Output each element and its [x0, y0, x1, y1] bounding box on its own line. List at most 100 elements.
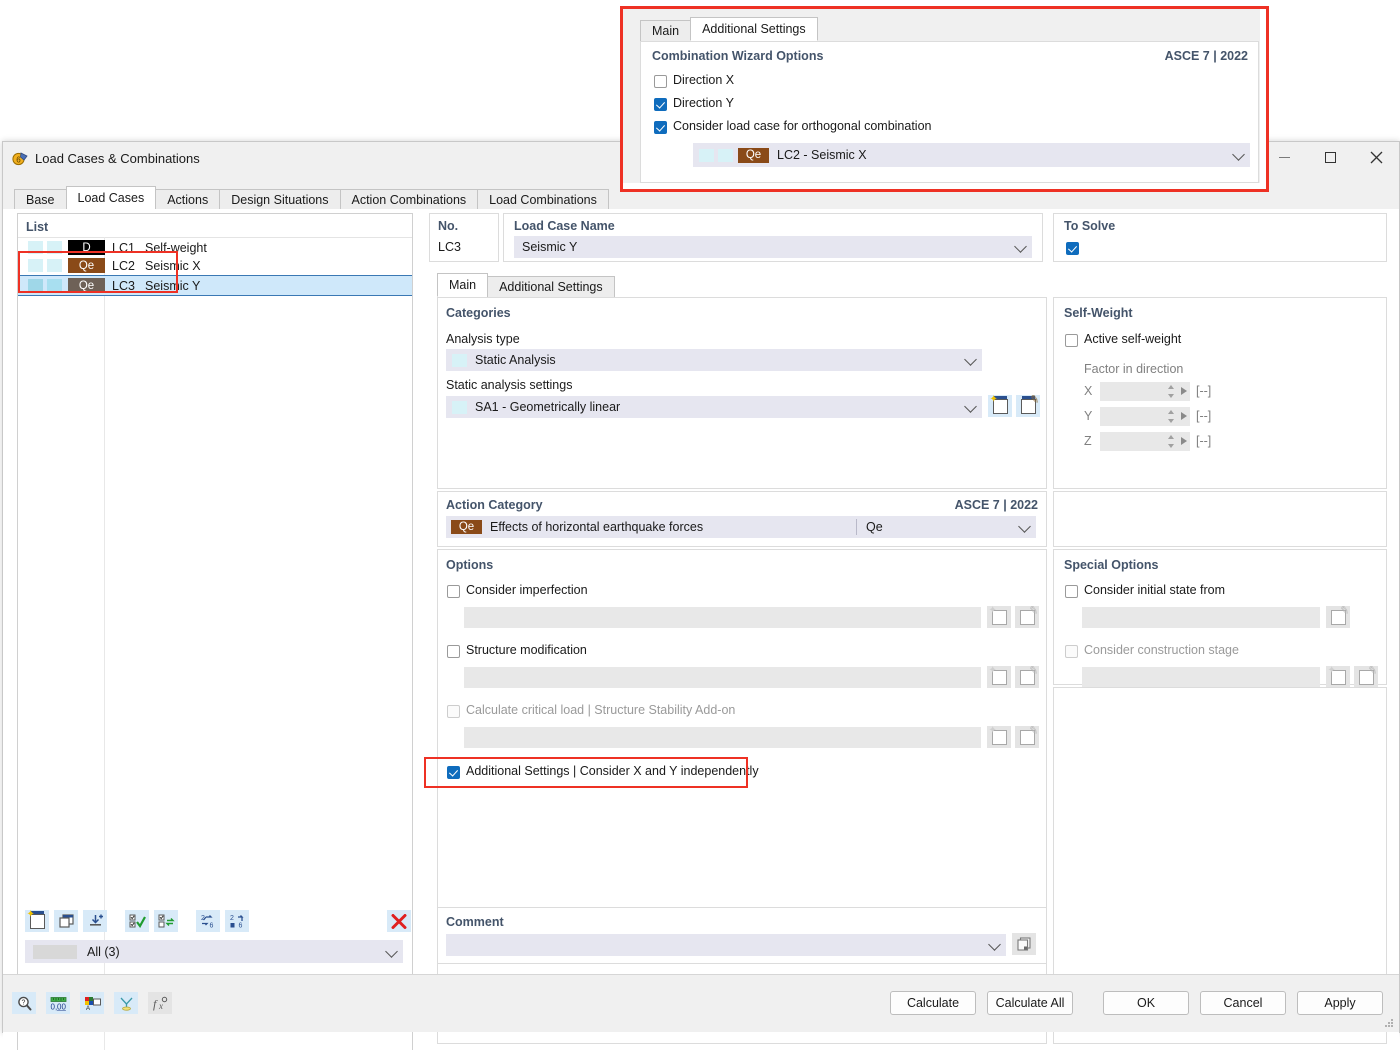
combination-wizard-options-title: Combination Wizard Options	[652, 49, 824, 63]
units-icon[interactable]: 0, 00	[46, 992, 70, 1014]
consider-initial-state-checkbox[interactable]	[1065, 585, 1078, 598]
row-badge: Qe	[68, 278, 105, 293]
new-imperfection-icon[interactable]: ✦	[987, 605, 1011, 628]
callout-standard: ASCE 7 | 2022	[1164, 49, 1248, 63]
tab-detail-main[interactable]: Main	[437, 273, 489, 297]
edit-imperfection-icon[interactable]: ✎	[1015, 604, 1039, 628]
tab-base[interactable]: Base	[14, 189, 67, 210]
svg-text:x: x	[158, 1001, 163, 1011]
renumber-sequential-icon[interactable]: 2 6	[225, 910, 249, 932]
new-structure-modification-icon[interactable]: ✦	[987, 665, 1011, 688]
new-construction-stage-icon[interactable]: ✦	[1326, 665, 1350, 688]
copy-comment-icon[interactable]	[1012, 933, 1036, 955]
tab-load-cases[interactable]: Load Cases	[65, 186, 157, 210]
new-load-case-icon[interactable]: ✦	[25, 909, 49, 932]
edit-construction-stage-icon[interactable]: ✎	[1354, 664, 1378, 688]
spinner-down-icon[interactable]	[1168, 419, 1174, 423]
active-self-weight-checkbox[interactable]	[1065, 334, 1078, 347]
structure-modification-checkbox[interactable]	[447, 645, 460, 658]
table-row[interactable]: Qe LC2 Seismic X	[18, 257, 412, 274]
callout-tab-additional-settings[interactable]: Additional Settings	[690, 17, 818, 41]
maximize-button[interactable]	[1307, 142, 1353, 173]
static-analysis-settings-combo[interactable]: SA1 - Geometrically linear	[446, 396, 982, 418]
renumber-icon[interactable]: 2 6	[196, 910, 220, 932]
calculate-critical-load-checkbox[interactable]	[447, 705, 460, 718]
calculate-all-button[interactable]: Calculate All	[987, 991, 1073, 1015]
consider-imperfection-checkbox[interactable]	[447, 585, 460, 598]
import-load-case-icon[interactable]	[83, 910, 107, 932]
edit-structure-modification-icon[interactable]: ✎	[1015, 664, 1039, 688]
consider-orthogonal-checkbox[interactable]	[654, 121, 667, 134]
spinner-up-icon[interactable]	[1168, 410, 1174, 414]
invert-selection-icon[interactable]	[154, 910, 178, 932]
new-static-analysis-settings-icon[interactable]: ✦	[988, 394, 1012, 417]
resize-grip[interactable]	[1383, 1017, 1395, 1029]
load-case-name-input[interactable]: Seismic Y	[514, 236, 1032, 258]
options-title: Options	[446, 558, 494, 572]
consider-initial-state-field[interactable]	[1082, 607, 1320, 628]
factor-z-input[interactable]	[1100, 432, 1190, 451]
table-row-selected[interactable]: Qe LC3 Seismic Y	[18, 275, 412, 296]
to-solve-label: To Solve	[1064, 219, 1116, 233]
consider-imperfection-field[interactable]	[464, 607, 981, 628]
edit-static-analysis-settings-icon[interactable]: ✎	[1016, 393, 1040, 417]
row-color-swatch-2	[47, 241, 62, 254]
copy-load-case-icon[interactable]	[54, 910, 78, 932]
svg-text:6: 6	[238, 922, 242, 929]
factor-y-input[interactable]	[1100, 407, 1190, 426]
special-options-group: Special Options Consider initial state f…	[1053, 549, 1387, 688]
spinner-play-icon[interactable]	[1181, 437, 1187, 445]
tab-actions[interactable]: Actions	[155, 189, 221, 210]
consider-construction-stage-label: Consider construction stage	[1084, 643, 1239, 657]
structure-modification-field[interactable]	[464, 667, 981, 688]
delete-icon[interactable]	[387, 910, 411, 932]
tab-design-situations[interactable]: Design Situations	[219, 189, 341, 210]
analysis-type-combo[interactable]: Static Analysis	[446, 349, 982, 371]
dialog-buttons: Calculate Calculate All OK Cancel Apply	[890, 991, 1383, 1015]
list-toolbar: ✦ 2 6 2 6	[25, 909, 411, 932]
callout-tab-main[interactable]: Main	[640, 20, 692, 41]
search-icon[interactable]: ?	[12, 992, 36, 1014]
formula-icon[interactable]: f x	[148, 992, 172, 1014]
tab-detail-additional-settings[interactable]: Additional Settings	[487, 276, 615, 297]
consider-construction-stage-checkbox[interactable]	[1065, 645, 1078, 658]
select-all-icon[interactable]	[125, 910, 149, 932]
spinner-down-icon[interactable]	[1168, 394, 1174, 398]
detail-tab-strip: Main Additional Settings	[437, 273, 615, 297]
edit-critical-load-icon[interactable]: ✎	[1015, 724, 1039, 748]
spinner-play-icon[interactable]	[1181, 387, 1187, 395]
direction-y-checkbox[interactable]	[654, 98, 667, 111]
orthogonal-load-case-combo[interactable]: Qe LC2 - Seismic X	[693, 143, 1250, 167]
tab-action-combinations[interactable]: Action Combinations	[339, 189, 479, 210]
new-critical-load-icon[interactable]: ✦	[987, 725, 1011, 748]
static-settings-swatch	[452, 400, 467, 414]
apply-button[interactable]: Apply	[1297, 991, 1383, 1015]
spinner-up-icon[interactable]	[1168, 435, 1174, 439]
list-filter-value: All (3)	[87, 944, 120, 959]
direction-x-checkbox[interactable]	[654, 75, 667, 88]
chevron-down-icon	[385, 944, 398, 958]
spinner-down-icon[interactable]	[1168, 444, 1174, 448]
cancel-button[interactable]: Cancel	[1200, 991, 1286, 1015]
comment-input[interactable]	[446, 934, 1006, 956]
comment-title: Comment	[446, 915, 504, 929]
calculate-critical-load-field	[464, 727, 981, 748]
close-button[interactable]	[1353, 142, 1399, 173]
list-filter-combo[interactable]: All (3)	[25, 940, 403, 963]
to-solve-checkbox[interactable]	[1066, 242, 1079, 255]
filter-icon[interactable]	[114, 992, 138, 1014]
direction-y-label: Direction Y	[673, 96, 734, 110]
edit-initial-state-icon[interactable]: ✎	[1326, 604, 1350, 628]
spinner-up-icon[interactable]	[1168, 385, 1174, 389]
consider-x-y-independently-checkbox[interactable]	[447, 766, 460, 779]
calculate-button[interactable]: Calculate	[890, 991, 976, 1015]
ok-button[interactable]: OK	[1103, 991, 1189, 1015]
table-row[interactable]: D LC1 Self-weight	[18, 239, 412, 256]
spinner-play-icon[interactable]	[1181, 412, 1187, 420]
tab-load-combinations[interactable]: Load Combinations	[477, 189, 609, 210]
colors-icon[interactable]: A	[80, 992, 104, 1014]
action-category-combo[interactable]: Qe Effects of horizontal earthquake forc…	[446, 516, 1036, 538]
factor-x-input[interactable]	[1100, 382, 1190, 401]
filter-color-swatch	[33, 944, 77, 959]
factor-z-axis-label: Z	[1084, 434, 1092, 448]
